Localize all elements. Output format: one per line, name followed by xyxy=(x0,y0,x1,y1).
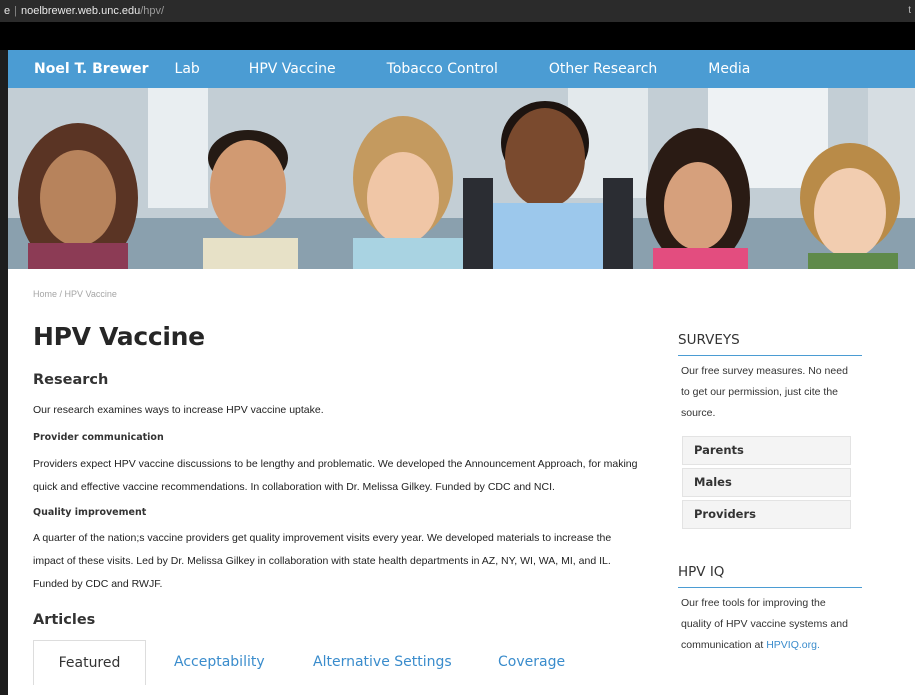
hpv-iq-description: Our free tools for improving the quality… xyxy=(681,597,848,651)
site-nav: Noel T. Brewer Lab HPV Vaccine Tobacco C… xyxy=(8,50,915,88)
quality-improvement-text: A quarter of the nation;s vaccine provid… xyxy=(33,532,612,590)
hpv-iq-heading: HPV IQ xyxy=(678,564,862,588)
tab-alternative-settings[interactable]: Alternative Settings xyxy=(313,640,452,685)
articles-tabs: Featured Acceptability Alternative Setti… xyxy=(33,640,643,695)
survey-button-providers[interactable]: Providers xyxy=(682,500,851,529)
toolbar-glyph[interactable]: t xyxy=(908,0,911,22)
nav-item-lab[interactable]: Lab xyxy=(175,61,200,77)
hero-children-illustration xyxy=(8,88,915,269)
breadcrumb-home-link[interactable]: Home xyxy=(33,289,57,299)
research-heading: Research xyxy=(33,372,109,388)
nav-item-tobacco-control[interactable]: Tobacco Control xyxy=(387,61,498,77)
page-title: HPV Vaccine xyxy=(33,322,205,351)
hpviq-link[interactable]: HPVIQ.org. xyxy=(766,639,820,651)
tab-coverage[interactable]: Coverage xyxy=(498,640,565,685)
surveys-heading: SURVEYS xyxy=(678,332,862,356)
breadcrumb-separator: / xyxy=(57,289,65,299)
site-brand-link[interactable]: Noel T. Brewer xyxy=(34,61,149,77)
nav-item-media[interactable]: Media xyxy=(708,61,750,77)
articles-heading: Articles xyxy=(33,612,96,628)
survey-button-parents[interactable]: Parents xyxy=(682,436,851,465)
address-bar[interactable]: e | noelbrewer.web.unc.edu/hpv/ t xyxy=(0,0,915,22)
url-host: noelbrewer.web.unc.edu xyxy=(20,5,141,17)
url-path: /hpv/ xyxy=(140,5,165,17)
research-intro: Our research examines ways to increase H… xyxy=(33,404,324,416)
hero-photo xyxy=(8,88,915,269)
surveys-text: Our free survey measures. No need to get… xyxy=(681,365,848,419)
window-frame xyxy=(0,50,8,695)
breadcrumb: Home / HPV Vaccine xyxy=(33,289,117,299)
nav-item-hpv-vaccine[interactable]: HPV Vaccine xyxy=(249,61,336,77)
quality-improvement-heading: Quality improvement xyxy=(33,507,147,518)
provider-communication-heading: Provider communication xyxy=(33,432,164,443)
nav-item-other-research[interactable]: Other Research xyxy=(549,61,657,77)
breadcrumb-current: HPV Vaccine xyxy=(64,289,117,299)
address-separator: | xyxy=(14,5,17,17)
redacted-toolbar xyxy=(0,22,915,50)
tab-acceptability[interactable]: Acceptability xyxy=(174,640,265,685)
survey-button-males[interactable]: Males xyxy=(682,468,851,497)
hpv-iq-text: Our free tools for improving the quality… xyxy=(681,593,856,656)
tab-fragment: e xyxy=(4,5,11,17)
tab-featured[interactable]: Featured xyxy=(33,640,146,685)
provider-communication-text: Providers expect HPV vaccine discussions… xyxy=(33,458,638,493)
